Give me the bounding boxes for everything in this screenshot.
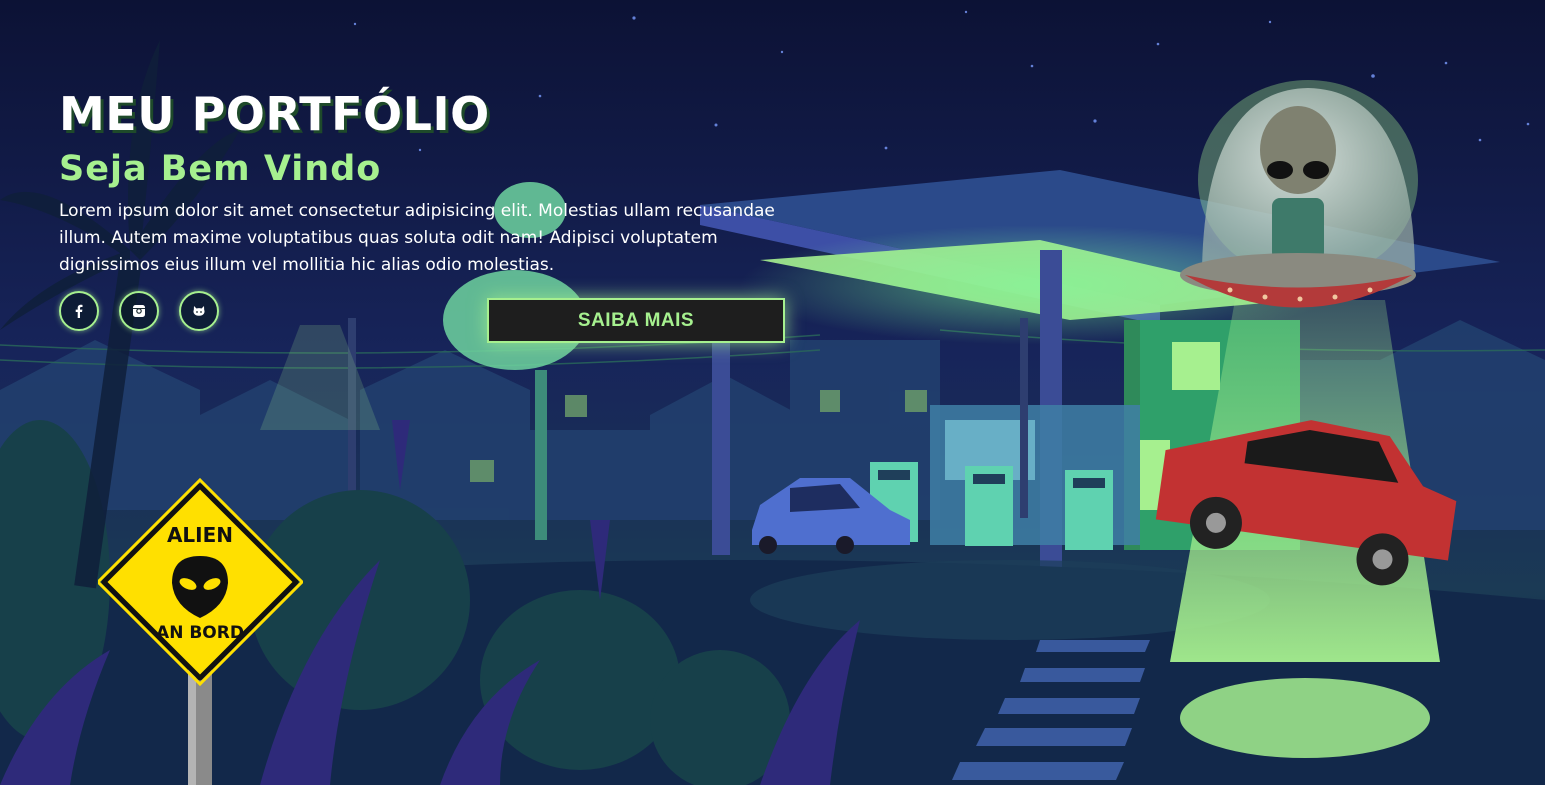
page-title: MEU PORTFÓLIO <box>59 87 490 141</box>
instagram-icon <box>133 305 145 317</box>
instagram-link[interactable] <box>119 291 159 331</box>
sign-line2: AN BORD <box>156 623 244 643</box>
alien-sign: ALIEN AN BORD <box>98 478 303 785</box>
page-subtitle: Seja Bem Vindo <box>59 149 382 189</box>
hero-section: MEU PORTFÓLIO Seja Bem Vindo Lorem ipsum… <box>59 86 839 331</box>
github-icon <box>193 306 205 316</box>
saiba-mais-button[interactable]: SAIBA MAIS <box>487 298 785 343</box>
facebook-icon <box>75 304 83 318</box>
sign-line1: ALIEN <box>167 523 233 547</box>
hero-description: Lorem ipsum dolor sit amet consectetur a… <box>59 201 775 275</box>
github-link[interactable] <box>179 291 219 331</box>
facebook-link[interactable] <box>59 291 99 331</box>
